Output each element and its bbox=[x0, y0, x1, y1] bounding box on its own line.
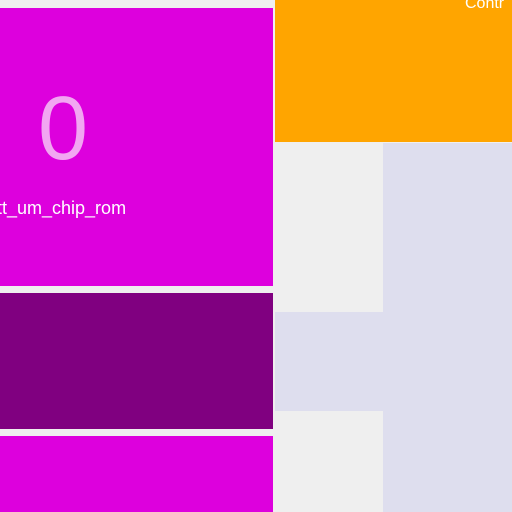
treemap-tile-magenta-bottom[interactable] bbox=[0, 436, 273, 512]
tile-count: 0 bbox=[38, 79, 89, 179]
treemap-tile-orange[interactable]: Contr bbox=[275, 0, 512, 142]
tile-label-orange: Contr bbox=[465, 0, 505, 12]
treemap-tile-chip-rom[interactable]: 0 tt_um_chip_rom bbox=[0, 8, 273, 286]
tile-label: tt_um_chip_rom bbox=[0, 198, 127, 218]
treemap-tile-purple[interactable] bbox=[0, 293, 273, 429]
lavender-block-middle bbox=[275, 312, 383, 411]
lavender-block-right bbox=[383, 143, 512, 512]
treemap-viewport: 0 tt_um_chip_rom Contr bbox=[0, 0, 512, 512]
